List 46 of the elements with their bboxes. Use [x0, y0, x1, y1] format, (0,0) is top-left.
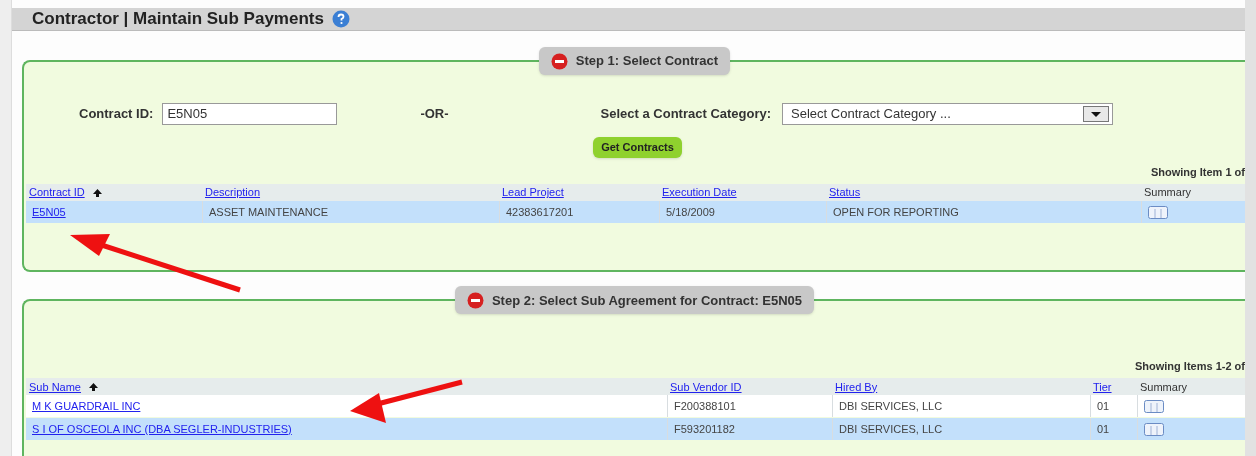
showing-count: Showing Item 1 of: [1150, 164, 1245, 180]
minus-circle-icon: [550, 52, 568, 70]
table-cell-text: 01: [1097, 399, 1110, 415]
sort-up-icon[interactable]: [89, 382, 98, 391]
table-cell-text: DBI SERVICES, LLC: [839, 422, 943, 438]
row-link[interactable]: S I OF OSCEOLA INC (DBA SEGLER-INDUSTRIES): [32, 421, 292, 438]
column-header-link[interactable]: Sub Name: [29, 378, 81, 396]
column-header-link[interactable]: Hired By: [835, 378, 878, 396]
table-row[interactable]: S I OF OSCEOLA INC (DBA SEGLER-INDUSTRIES) F593201182 DBI SERVICES, LLC 01: [26, 418, 1245, 441]
column-header-link[interactable]: Execution Date: [662, 184, 737, 201]
column-header-link[interactable]: Contract ID: [29, 184, 85, 201]
row-link[interactable]: E5N05: [32, 203, 66, 221]
table-cell-text: DBI SERVICES, LLC: [839, 399, 943, 415]
row-link[interactable]: M K GUARDRAIL INC: [32, 398, 141, 415]
showing-count: Showing Items 1-2 of: [1135, 358, 1245, 374]
table-cell-text: F593201182: [674, 422, 735, 438]
table-cell-text: F200388101: [674, 399, 736, 415]
sort-up-icon[interactable]: [92, 188, 102, 197]
summary-icon[interactable]: [1148, 205, 1168, 219]
minus-circle-icon: [466, 291, 484, 309]
column-header-link[interactable]: Tier: [1093, 378, 1112, 396]
column-header: Summary: [1144, 185, 1192, 201]
contract-id-field[interactable]: E5N05: [162, 103, 338, 125]
column-header: Summary: [1140, 379, 1188, 395]
table-cell-text: OPEN FOR REPORTING: [833, 204, 959, 220]
summary-icon[interactable]: [1144, 399, 1164, 413]
column-header-link[interactable]: Lead Project: [502, 184, 564, 201]
category-label: Select a Contract Category:: [600, 105, 772, 124]
column-header-link[interactable]: Status: [829, 184, 861, 201]
table-row[interactable]: E5N05 ASSET MAINTENANCE 42383617201 5/18/2009 OPEN FOR REPORTING: [26, 201, 1245, 223]
category-dropdown[interactable]: Select Contract Category ...: [782, 103, 1114, 125]
step-title: Step 2: Select Sub Agreement for Contract: E5N05: [491, 291, 803, 310]
table-row[interactable]: M K GUARDRAIL INC F200388101 DBI SERVICES, LLC 01: [26, 395, 1245, 418]
step-title: Step 1: Select Contract: [575, 52, 719, 71]
table-cell-text: 5/18/2009: [666, 204, 715, 220]
summary-icon[interactable]: [1144, 422, 1164, 436]
table-cell-text: ASSET MAINTENANCE: [209, 204, 328, 220]
column-header-link[interactable]: Description: [205, 184, 261, 201]
column-header-link[interactable]: Sub Vendor ID: [670, 378, 742, 396]
help-icon[interactable]: [331, 10, 350, 28]
table-cell-text: 01: [1097, 422, 1110, 438]
or-text: -OR-: [420, 105, 449, 124]
contract-id-label: Contract ID:: [79, 105, 154, 124]
get-contracts-button[interactable]: Get Contracts: [593, 137, 682, 158]
table-cell-text: 42383617201: [506, 204, 574, 220]
page-title: Contractor | Maintain Sub Payments: [32, 8, 324, 31]
